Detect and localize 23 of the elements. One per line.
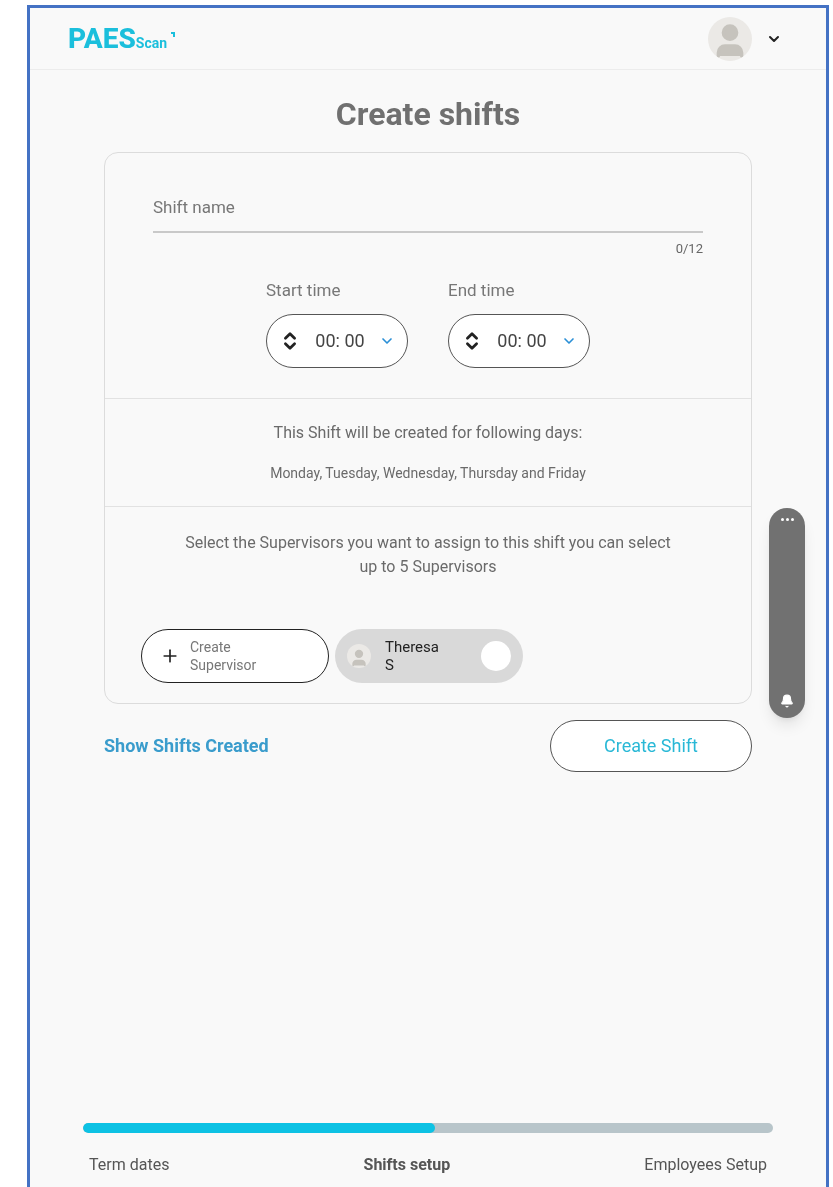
step-label[interactable]: Shifts setup	[363, 1153, 451, 1177]
supervisors-note: Select the Supervisors you want to assign to this shift you can select up to 5 Supervisors	[184, 531, 672, 578]
supervisor-name: Theresa S	[385, 637, 440, 674]
supervisor-chip[interactable]: Theresa S	[335, 628, 523, 683]
toggle-knob-icon	[481, 640, 511, 671]
page-title: Create shifts	[334, 98, 522, 130]
supervisor-avatar-icon	[347, 643, 371, 668]
time-picker[interactable]: 00: 00	[448, 313, 590, 368]
step-label[interactable]: Term dates	[89, 1153, 170, 1177]
shift-name-field[interactable]: Shift name	[153, 195, 703, 233]
time-label: Start time	[266, 279, 342, 302]
floating-widget[interactable]	[769, 508, 805, 718]
days-list: Monday, Tuesday, Wednesday, Thursday and Friday	[270, 462, 586, 484]
time-picker[interactable]: 00: 00	[266, 313, 408, 368]
character-counter: 0/12	[675, 239, 703, 258]
step-label[interactable]: Employees Setup	[644, 1153, 767, 1177]
logo: PAESScan	[68, 24, 168, 53]
bell-icon[interactable]	[780, 694, 794, 708]
logo-mark-icon	[171, 31, 176, 37]
more-icon[interactable]	[780, 518, 794, 521]
time-label: End time	[448, 279, 516, 302]
days-note: This Shift will be created for following days:	[273, 421, 583, 444]
create-supervisor-button[interactable]: Create Supervisor	[141, 628, 329, 683]
